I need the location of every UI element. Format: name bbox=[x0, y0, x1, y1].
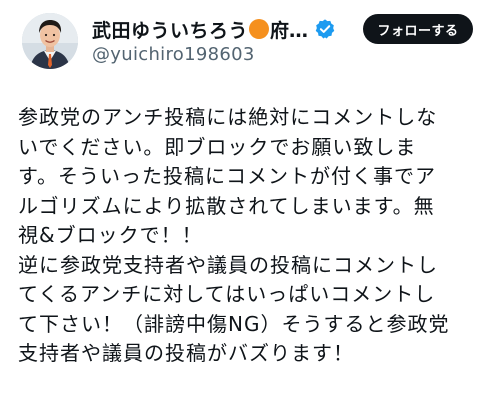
verified-badge-icon bbox=[314, 18, 336, 40]
tweet-line: て下さい！（誹謗中傷NG）そうすると参政党 bbox=[18, 311, 450, 336]
tweet-line: 視&ブロックで！！ bbox=[18, 223, 203, 247]
tweet-line: 逆に参政党支持者や議員の投稿にコメントし bbox=[18, 252, 438, 277]
tweet-line: ルゴリズムにより拡散されてしまいます。無 bbox=[18, 193, 435, 218]
tweet-line: 支持者や議員の投稿がバズります！ bbox=[18, 341, 354, 365]
tweet-line: いでください。即ブロックでお願い致しま bbox=[18, 134, 417, 159]
tweet-line: てくるアンチに対してはいっぱいコメントし bbox=[18, 282, 436, 306]
tweet-header: 武田ゆういちろう 府… @yuichiro198603 フォローする bbox=[0, 0, 500, 90]
user-handle[interactable]: @yuichiro198603 bbox=[92, 44, 255, 65]
avatar[interactable] bbox=[22, 13, 78, 69]
display-name[interactable]: 武田ゆういちろう bbox=[92, 16, 248, 43]
avatar-photo bbox=[22, 13, 78, 69]
display-name-row[interactable]: 武田ゆういちろう 府… bbox=[92, 14, 336, 44]
tweet-line: 参政党のアンチ投稿には絶対にコメントしな bbox=[18, 105, 438, 129]
follow-button[interactable]: フォローする bbox=[363, 14, 473, 44]
display-name-suffix[interactable]: 府… bbox=[270, 16, 308, 43]
tweet-line: す。そういった投稿にコメントが付く事でア bbox=[18, 164, 436, 188]
orange-circle-emoji-icon bbox=[249, 19, 270, 39]
tweet-text: 参政党のアンチ投稿には絶対にコメントしな いでください。即ブロックでお願い致しま… bbox=[18, 103, 488, 369]
